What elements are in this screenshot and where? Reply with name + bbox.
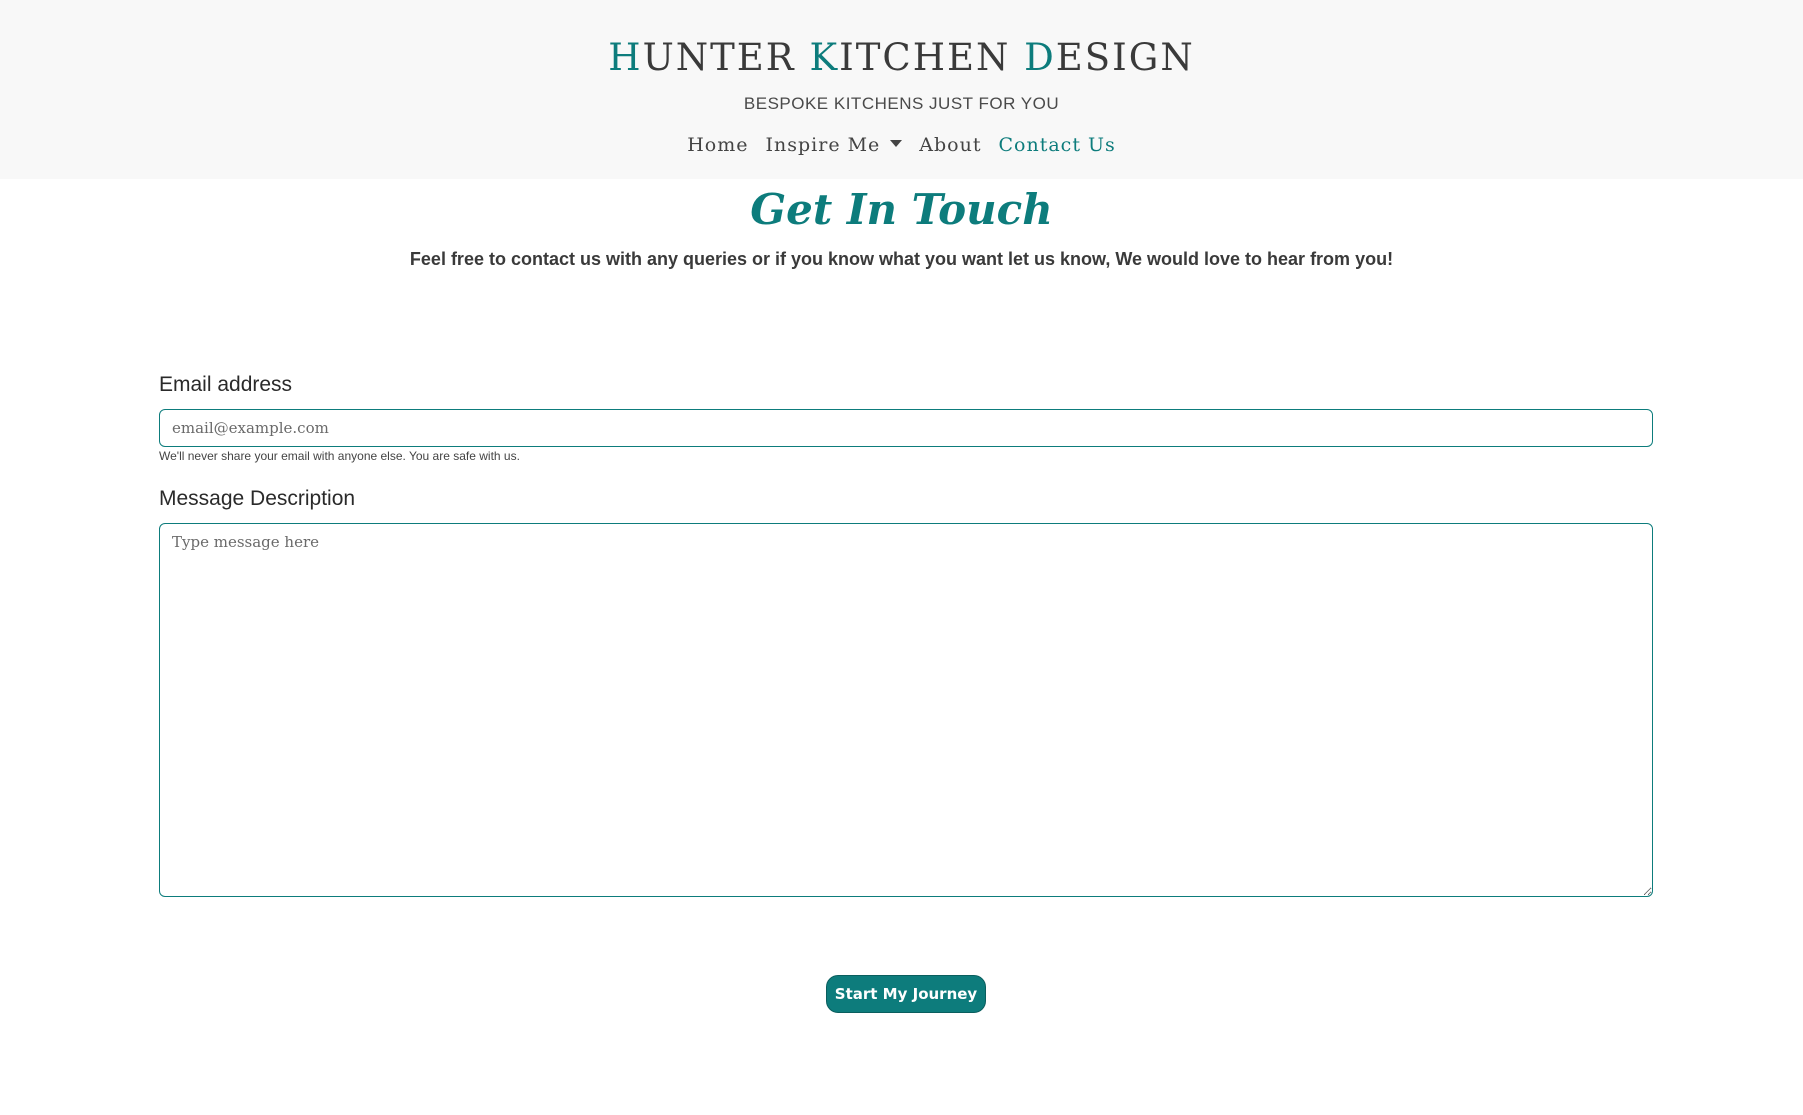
message-label: Message Description	[159, 487, 356, 510]
nav-inspire-me-label: Inspire Me	[765, 134, 881, 156]
nav-inspire-me-dropdown[interactable]: Inspire Me	[766, 131, 903, 159]
brand-word-itchen: ITCHEN	[839, 36, 1011, 79]
intro-text: Feel free to contact us with any queries…	[409, 249, 1394, 269]
caret-down-icon	[890, 139, 903, 147]
start-my-journey-button[interactable]: Start My Journey	[826, 975, 986, 1013]
main-nav: Home Inspire Me About Contact Us	[0, 131, 1803, 159]
site-header: HUNTER KITCHEN DESIGN BESPOKE KITCHENS J…	[0, 0, 1803, 179]
site-logo[interactable]: HUNTER KITCHEN DESIGN	[0, 34, 1803, 82]
email-label: Email address	[159, 373, 293, 396]
nav-about-link[interactable]: About	[919, 131, 981, 159]
email-help-text: We'll never share your email with anyone…	[159, 449, 520, 463]
page-title: Get In Touch	[750, 185, 1053, 234]
brand-initial-k: K	[809, 36, 840, 79]
nav-home-link[interactable]: Home	[687, 131, 748, 159]
site-tagline: BESPOKE KITCHENS JUST FOR YOU	[743, 94, 1060, 113]
brand-word-esign: ESIGN	[1055, 36, 1195, 79]
brand-initial-d: D	[1024, 36, 1056, 79]
brand-initial-h: H	[608, 36, 643, 79]
nav-contact-us-link[interactable]: Contact Us	[999, 131, 1116, 159]
brand-word-unter: UNTER	[642, 36, 796, 79]
message-textarea[interactable]	[159, 523, 1653, 897]
email-field[interactable]	[159, 409, 1653, 447]
